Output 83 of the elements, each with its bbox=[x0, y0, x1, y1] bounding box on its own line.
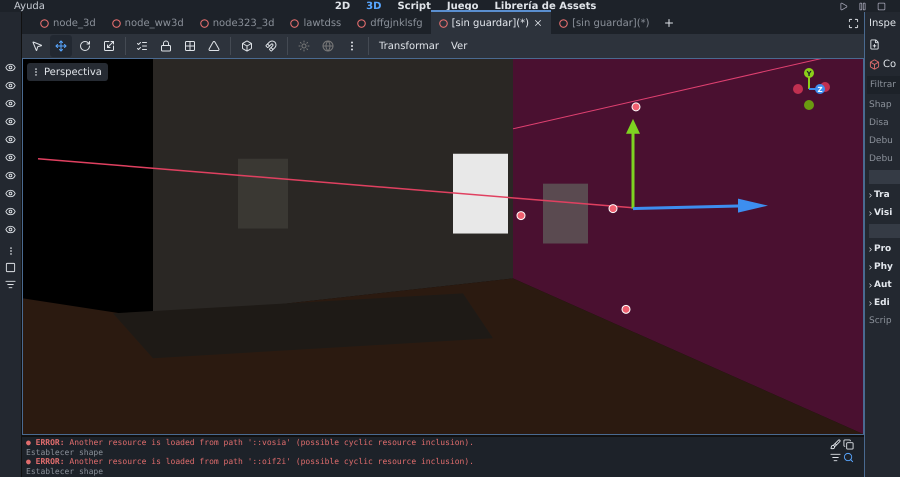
eye-icon bbox=[5, 134, 16, 144]
triangle-icon bbox=[208, 40, 220, 52]
chevron-icon bbox=[867, 282, 874, 288]
fullscreen-icon bbox=[848, 18, 858, 28]
lock-icon bbox=[160, 40, 172, 52]
scene-icon bbox=[200, 18, 209, 28]
scene-tab[interactable]: node_ww3d bbox=[104, 10, 192, 34]
chevron-icon bbox=[867, 246, 874, 252]
stop-icon[interactable] bbox=[877, 2, 886, 10]
workspace-tab[interactable]: 3D bbox=[366, 0, 382, 12]
plus-icon bbox=[662, 17, 675, 29]
eye-icon bbox=[5, 170, 16, 180]
eye-icon bbox=[5, 224, 16, 234]
panel-icon[interactable] bbox=[5, 262, 16, 273]
eye-icon bbox=[5, 152, 16, 162]
property-group[interactable]: Pro bbox=[865, 240, 900, 258]
magnet-icon bbox=[265, 40, 277, 52]
eye-icon bbox=[5, 188, 16, 198]
move-tool-button[interactable] bbox=[50, 35, 72, 57]
scene-tab[interactable]: [sin guardar](*) bbox=[551, 10, 658, 34]
scene-tab[interactable]: [sin guardar](*) bbox=[430, 10, 552, 34]
scene-icon bbox=[40, 18, 49, 28]
scene-icon bbox=[438, 18, 448, 28]
scene-tab[interactable]: dffgjnklsfg bbox=[349, 10, 431, 34]
sun-icon bbox=[298, 40, 310, 52]
node-name: Co bbox=[883, 58, 896, 70]
scene-icon bbox=[290, 18, 300, 28]
play-icon[interactable] bbox=[839, 2, 848, 10]
property-label: Scrip bbox=[868, 315, 893, 328]
property-group[interactable]: Tra bbox=[865, 186, 900, 204]
node-icon bbox=[869, 58, 880, 70]
grid-icon bbox=[184, 40, 196, 52]
scene-icon bbox=[559, 18, 568, 28]
chevron-icon bbox=[867, 192, 874, 198]
cube-icon bbox=[241, 40, 253, 52]
inspector-tab[interactable]: Inspe bbox=[865, 12, 900, 34]
scene-icon bbox=[357, 18, 366, 28]
property-label: Debu bbox=[868, 135, 894, 148]
eye-icon bbox=[5, 98, 16, 108]
menu-item[interactable]: Ayuda bbox=[14, 0, 45, 12]
pause-icon[interactable] bbox=[858, 2, 867, 10]
globe-icon bbox=[322, 40, 334, 52]
chevron-icon bbox=[867, 210, 874, 216]
toolbar-menu[interactable]: Transformar bbox=[374, 40, 444, 52]
scale-icon bbox=[103, 40, 115, 52]
filter-field[interactable]: Filtrar bbox=[867, 76, 900, 94]
property-label: Disa bbox=[868, 117, 890, 130]
pointer-icon bbox=[31, 40, 43, 52]
filter-icon[interactable] bbox=[830, 452, 841, 463]
property-label: Debu bbox=[868, 153, 894, 166]
move-icon bbox=[55, 40, 67, 52]
filter-icon[interactable] bbox=[5, 279, 16, 290]
new-resource-icon[interactable] bbox=[869, 38, 880, 50]
copy-icon[interactable] bbox=[843, 439, 854, 450]
eye-icon bbox=[5, 80, 16, 90]
chevron-icon bbox=[867, 300, 874, 306]
log-message: Establecer shape bbox=[26, 448, 104, 457]
toolbar-menu[interactable]: Ver bbox=[446, 40, 472, 52]
chevron-icon bbox=[867, 264, 874, 270]
workspace-tab[interactable]: Script bbox=[397, 0, 431, 12]
property-group[interactable]: Phy bbox=[865, 258, 900, 276]
clear-icon[interactable] bbox=[830, 439, 841, 450]
eye-icon bbox=[5, 62, 16, 72]
property-group[interactable]: Aut bbox=[865, 276, 900, 294]
close-icon[interactable] bbox=[533, 18, 544, 28]
property-group[interactable]: Edi bbox=[865, 294, 900, 312]
search-icon[interactable] bbox=[843, 452, 854, 463]
rotate-icon bbox=[79, 40, 91, 52]
list-icon bbox=[136, 40, 148, 52]
scene-tab[interactable]: lawtdss bbox=[282, 10, 350, 34]
workspace-tab[interactable]: Librería de Assets bbox=[494, 0, 596, 12]
eye-icon bbox=[5, 206, 16, 216]
error-message: ● ERROR: Another resource is loaded from path '::vosia' (possible cyclic resource inclusion). bbox=[26, 438, 475, 448]
scene-tab[interactable]: node323_3d bbox=[192, 10, 282, 34]
scene-tab[interactable]: node_3d bbox=[32, 10, 104, 34]
perspective-menu[interactable]: Perspectiva bbox=[27, 63, 108, 81]
property-label: Shap bbox=[868, 99, 893, 112]
property-group[interactable]: Visi bbox=[865, 204, 900, 222]
workspace-tab[interactable]: 2D bbox=[334, 0, 350, 12]
log-message: Establecer shape bbox=[26, 466, 104, 476]
error-message: ● ERROR: Another resource is loaded from path '::oif2i' (possible cyclic resource inclusion). bbox=[26, 457, 475, 466]
eye-icon bbox=[5, 116, 16, 126]
scene-icon bbox=[112, 18, 121, 28]
